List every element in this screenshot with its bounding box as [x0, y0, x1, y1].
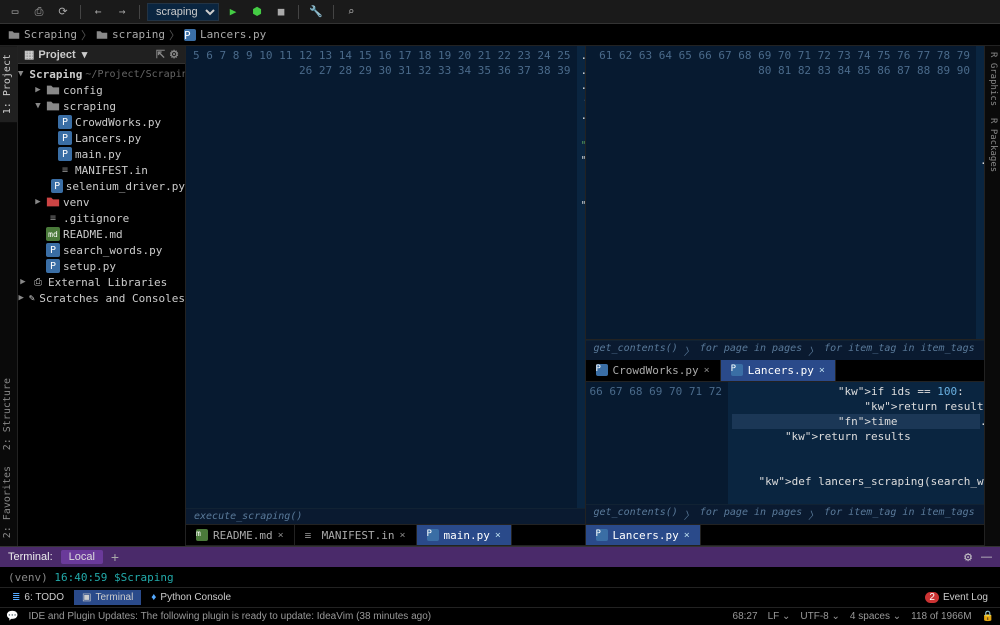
run-config-select[interactable]: scraping: [147, 3, 219, 21]
status-enc[interactable]: UTF-8 ⌄: [800, 611, 840, 622]
tree-item[interactable]: ≡.gitignore: [18, 210, 185, 226]
tree-item[interactable]: ▼scraping: [18, 98, 185, 114]
editor-left-column: 5 6 7 8 9 10 11 12 13 14 15 16 17 18 19 …: [186, 46, 586, 546]
status-message: IDE and Plugin Updates: The following pl…: [28, 611, 431, 622]
terminal-title: Terminal:: [8, 551, 53, 563]
editor-left-tabs: mREADME.md×≡MANIFEST.in×Pmain.py×: [186, 524, 585, 546]
editor-tab[interactable]: mREADME.md×: [186, 525, 295, 545]
status-lf[interactable]: LF ⌄: [768, 611, 791, 622]
crumb-0[interactable]: Scraping: [8, 28, 77, 41]
vtab-rpackages[interactable]: R Packages: [985, 112, 1000, 178]
project-panel: ▦Project▾ ⇱ ⚙ ▼ Scraping ~/Project/Scrap…: [18, 46, 186, 546]
right-gutter-tabs: R Graphics R Packages: [984, 46, 1000, 546]
tree-item[interactable]: Pmain.py: [18, 146, 185, 162]
editor-right-bottom-crumb: get_contents()〉 for page in pages〉 for i…: [586, 504, 985, 524]
stop-icon[interactable]: ■: [271, 2, 291, 22]
editor-tab[interactable]: Pmain.py×: [417, 525, 512, 545]
tree-item[interactable]: PCrowdWorks.py: [18, 114, 185, 130]
search-icon[interactable]: ⌕: [341, 2, 361, 22]
terminal-panel: Terminal: Local + ⚙ — (venv) 16:40:59 $S…: [0, 546, 1000, 587]
terminal-hide-icon[interactable]: —: [981, 551, 992, 563]
tree-scratch[interactable]: ▶✎Scratches and Consoles: [18, 290, 185, 306]
status-balloon-icon[interactable]: 💬: [6, 611, 18, 622]
editor-tab[interactable]: PLancers.py×: [721, 360, 836, 381]
vtab-project[interactable]: 1: Project: [0, 46, 17, 122]
tree-item[interactable]: Psetup.py: [18, 258, 185, 274]
tools-icon[interactable]: 🔧: [306, 2, 326, 22]
close-icon[interactable]: ×: [495, 530, 501, 541]
forward-icon[interactable]: →: [112, 2, 132, 22]
editor-right-bottom-footer-tabs: PLancers.py×: [586, 524, 985, 546]
status-pos[interactable]: 68:27: [733, 611, 758, 622]
editor-right-bottom-tabs: PCrowdWorks.py×PLancers.py×: [586, 360, 985, 382]
terminal-settings-icon[interactable]: ⚙: [963, 551, 973, 564]
crumb-1[interactable]: scraping: [96, 28, 165, 41]
vtab-rgraphics[interactable]: R Graphics: [985, 46, 1000, 112]
left-gutter-tabs: 1: Project 2: Structure 2: Favorites: [0, 46, 18, 546]
tree-item[interactable]: mdREADME.md: [18, 226, 185, 242]
editor-tab[interactable]: PCrowdWorks.py×: [586, 360, 721, 381]
tree-external[interactable]: ▶⎙External Libraries: [18, 274, 185, 290]
tree-item[interactable]: ▶config: [18, 82, 185, 98]
close-icon[interactable]: ×: [278, 530, 284, 541]
btn-event-log[interactable]: 2Event Log: [917, 590, 996, 605]
save-icon[interactable]: ⎙: [29, 2, 49, 22]
bottom-tool-buttons: ≣6: TODO ▣Terminal ♦Python Console 2Even…: [0, 587, 1000, 607]
settings-icon[interactable]: ⚙: [169, 48, 179, 61]
back-icon[interactable]: ←: [88, 2, 108, 22]
tree-item[interactable]: ≡MANIFEST.in: [18, 162, 185, 178]
status-mem[interactable]: 118 of 1966M: [911, 611, 971, 622]
run-icon[interactable]: ▶: [223, 2, 243, 22]
status-bar: 💬 IDE and Plugin Updates: The following …: [0, 607, 1000, 625]
vtab-structure[interactable]: 2: Structure: [0, 370, 17, 458]
refresh-icon[interactable]: ⟳: [53, 2, 73, 22]
close-icon[interactable]: ×: [684, 530, 690, 541]
close-icon[interactable]: ×: [704, 365, 710, 376]
project-header: ▦Project▾ ⇱ ⚙: [18, 46, 185, 64]
editor-tab[interactable]: PLancers.py×: [586, 525, 701, 545]
editor-left[interactable]: 5 6 7 8 9 10 11 12 13 14 15 16 17 18 19 …: [186, 46, 585, 508]
editor-right-bottom[interactable]: 66 67 68 69 70 71 72 "kw">if ids == 100:…: [586, 382, 985, 504]
btn-todo[interactable]: ≣6: TODO: [4, 590, 72, 605]
editor-right-column: 61 62 63 64 65 66 67 68 69 70 71 72 73 7…: [586, 46, 985, 546]
status-indent[interactable]: 4 spaces ⌄: [850, 611, 901, 622]
tree-item[interactable]: PLancers.py: [18, 130, 185, 146]
close-icon[interactable]: ×: [400, 530, 406, 541]
editor-right-top[interactable]: 61 62 63 64 65 66 67 68 69 70 71 72 73 7…: [586, 46, 985, 340]
breadcrumb: Scraping 〉 scraping 〉 PLancers.py: [0, 24, 1000, 46]
tree-item[interactable]: Pselenium_driver.py: [18, 178, 185, 194]
terminal-body[interactable]: (venv) 16:40:59 $Scraping: [0, 567, 1000, 587]
tree-item[interactable]: Psearch_words.py: [18, 242, 185, 258]
open-icon[interactable]: ▭: [5, 2, 25, 22]
editor-tab[interactable]: ≡MANIFEST.in×: [295, 525, 417, 545]
lock-icon[interactable]: 🔒: [982, 611, 994, 622]
editor-left-crumb: execute_scraping(): [186, 508, 585, 524]
vtab-favorites[interactable]: 2: Favorites: [0, 458, 17, 546]
project-tree: ▼ Scraping ~/Project/Scraping ▶config▼sc…: [18, 64, 185, 546]
tree-root[interactable]: ▼ Scraping ~/Project/Scraping: [18, 66, 185, 82]
editor-right-top-crumb: get_contents()〉 for page in pages〉 for i…: [586, 340, 985, 360]
debug-icon[interactable]: ⬢: [247, 2, 267, 22]
crumb-2[interactable]: PLancers.py: [184, 28, 266, 41]
top-toolbar: ▭ ⎙ ⟳ ← → scraping ▶ ⬢ ■ 🔧 ⌕: [0, 0, 1000, 24]
collapse-icon[interactable]: ⇱: [156, 48, 165, 61]
close-icon[interactable]: ×: [819, 365, 825, 376]
terminal-tab-local[interactable]: Local: [61, 550, 103, 564]
btn-console[interactable]: ♦Python Console: [143, 590, 239, 605]
terminal-add-tab[interactable]: +: [111, 549, 119, 565]
tree-item[interactable]: ▶venv: [18, 194, 185, 210]
btn-terminal[interactable]: ▣Terminal: [74, 590, 141, 605]
